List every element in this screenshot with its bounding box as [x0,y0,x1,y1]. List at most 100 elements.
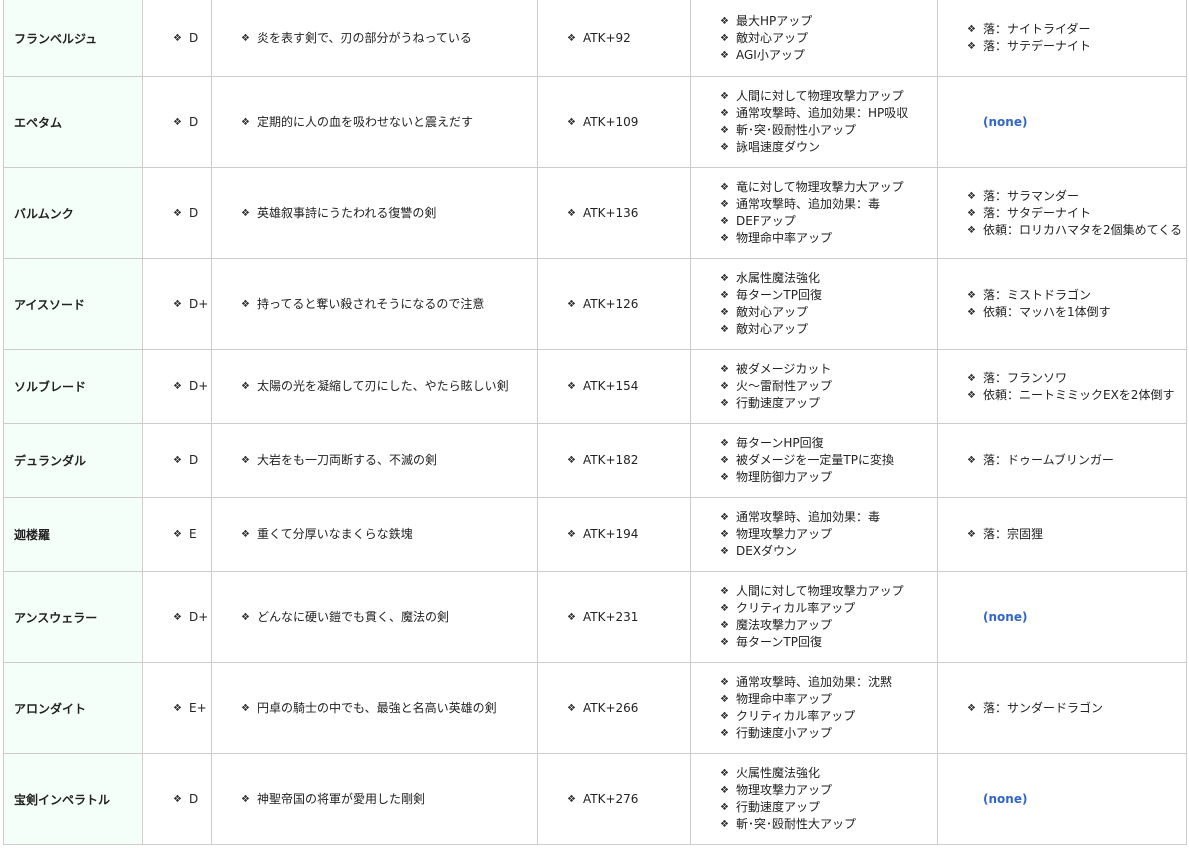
weapon-description-cell: 炎を表す剣で、刃の部分がうねっている [211,0,538,77]
source-item: 落：ミストドラゴン [967,287,1186,304]
weapon-description-cell: 持ってると奪い殺されそうになるので注意 [211,258,538,350]
weapon-rank: D+ [173,378,211,395]
effect-item: 通常攻撃時、追加効果：沈黙 [720,674,937,691]
effect-list: 水属性魔法強化毎ターンTP回復敵対心アップ敵対心アップ [720,270,937,338]
weapon-rank: D [173,30,211,47]
weapon-name: アンスウェラー [3,571,143,663]
weapon-description-cell: 大岩をも一刀両断する、不滅の剣 [211,423,538,498]
source-item: 落：サラマンダー [967,188,1186,205]
weapon-description-cell: 神聖帝国の将軍が愛用した剛剣 [211,753,538,845]
weapon-table: フランベルジュ D 炎を表す剣で、刃の部分がうねっている ATK+92 最大HPアップ敵… [3,0,1187,845]
weapon-source-cell: (none) [937,753,1187,845]
weapon-atk: ATK+92 [567,30,690,47]
effect-item: 人間に対して物理攻撃力アップ [720,583,937,600]
weapon-rank: D [173,452,211,469]
none-link[interactable]: (none) [967,610,1027,624]
weapon-description-cell: 太陽の光を凝縮して刃にした、やたら眩しい剣 [211,349,538,424]
weapon-atk-cell: ATK+126 [537,258,691,350]
source-list: 落：サンダードラゴン [967,700,1186,717]
weapon-rank-cell: D+ [142,258,212,350]
weapon-rank-cell: E+ [142,662,212,754]
table-row: エペタム D 定期的に人の血を吸わせないと震えだす ATK+109 人間に対して物理攻撃… [3,76,1187,168]
effect-item: 敵対心アップ [720,304,937,321]
weapon-description: 太陽の光を凝縮して刃にした、やたら眩しい剣 [241,378,537,395]
source-item: 落：サタデーナイト [967,205,1186,222]
effect-item: 人間に対して物理攻撃力アップ [720,88,937,105]
source-item: 落：ナイトライダー [967,21,1186,38]
effect-item: 物理命中率アップ [720,230,937,247]
weapon-atk-cell: ATK+92 [537,0,691,77]
effect-list: 人間に対して物理攻撃力アップクリティカル率アップ魔法攻撃力アップ毎ターンTP回復 [720,583,937,651]
weapon-description: 持ってると奪い殺されそうになるので注意 [241,296,537,313]
weapon-atk: ATK+231 [567,609,690,626]
table-row: 宝剣インペラトル D 神聖帝国の将軍が愛用した剛剣 ATK+276 火属性魔法強化物理攻… [3,753,1187,845]
effect-item: 通常攻撃時、追加効果：毒 [720,509,937,526]
source-item: 落：サンダードラゴン [967,700,1186,717]
table-row: デュランダル D 大岩をも一刀両断する、不滅の剣 ATK+182 毎ターンHP回復被ダメ… [3,423,1187,498]
weapon-atk-cell: ATK+154 [537,349,691,424]
weapon-atk: ATK+126 [567,296,690,313]
weapon-atk-cell: ATK+231 [537,571,691,663]
effect-item: クリティカル率アップ [720,600,937,617]
weapon-description: 英雄叙事詩にうたわれる復讐の剣 [241,205,537,222]
weapon-rank: E [173,526,211,543]
weapon-description-cell: 英雄叙事詩にうたわれる復讐の剣 [211,167,538,259]
weapon-name: 迦楼羅 [3,497,143,572]
weapon-atk-cell: ATK+266 [537,662,691,754]
source-list: 落：ナイトライダー落：サテデーナイト [967,21,1186,55]
source-item: 落：フランソワ [967,370,1186,387]
table-row: アイスソード D+ 持ってると奪い殺されそうになるので注意 ATK+126 水属性魔法強… [3,258,1187,350]
source-item: 依頼：ロリカハマタを2個集めてくる [967,222,1186,239]
effect-item: DEFアップ [720,213,937,230]
weapon-rank-cell: D+ [142,571,212,663]
effect-item: 物理攻撃力アップ [720,782,937,799]
weapon-rank-cell: D [142,753,212,845]
effect-item: DEXダウン [720,543,937,560]
effect-item: 詠唱速度ダウン [720,139,937,156]
weapon-atk-cell: ATK+136 [537,167,691,259]
effect-item: 敵対心アップ [720,321,937,338]
page-viewport: フランベルジュ D 炎を表す剣で、刃の部分がうねっている ATK+92 最大HPアップ敵… [0,0,1189,848]
weapon-effects-cell: 最大HPアップ敵対心アップAGI小アップ [690,0,938,77]
effect-item: 物理防御力アップ [720,469,937,486]
weapon-atk-cell: ATK+276 [537,753,691,845]
none-link[interactable]: (none) [967,115,1027,129]
weapon-description: 大岩をも一刀両断する、不滅の剣 [241,452,537,469]
weapon-atk: ATK+182 [567,452,690,469]
table-row: 迦楼羅 E 重くて分厚いなまくらな鉄塊 ATK+194 通常攻撃時、追加効果：毒物理攻撃… [3,497,1187,572]
effect-item: 毎ターンTP回復 [720,287,937,304]
weapon-atk: ATK+194 [567,526,690,543]
weapon-rank: D+ [173,609,211,626]
effect-list: 火属性魔法強化物理攻撃力アップ行動速度アップ斬･突･殴耐性大アップ [720,765,937,833]
effect-item: クリティカル率アップ [720,708,937,725]
source-item: 落：サテデーナイト [967,38,1186,55]
weapon-rank: D [173,205,211,222]
weapon-name: アイスソード [3,258,143,350]
weapon-description: どんなに硬い鎧でも貫く、魔法の剣 [241,609,537,626]
weapon-atk: ATK+266 [567,700,690,717]
table-row: バルムンク D 英雄叙事詩にうたわれる復讐の剣 ATK+136 竜に対して物理攻撃力大ア… [3,167,1187,259]
weapon-source-cell: 落：ドゥームブリンガー [937,423,1187,498]
weapon-rank-cell: E [142,497,212,572]
weapon-rank-cell: D+ [142,349,212,424]
weapon-atk: ATK+136 [567,205,690,222]
effect-item: 火属性魔法強化 [720,765,937,782]
weapon-description: 重くて分厚いなまくらな鉄塊 [241,526,537,543]
weapon-source-cell: (none) [937,76,1187,168]
effect-item: 被ダメージカット [720,361,937,378]
source-list: 落：宗固狸 [967,526,1186,543]
weapon-name: アロンダイト [3,662,143,754]
weapon-effects-cell: 竜に対して物理攻撃力大アップ通常攻撃時、追加効果：毒DEFアップ物理命中率アップ [690,167,938,259]
effect-list: 竜に対して物理攻撃力大アップ通常攻撃時、追加効果：毒DEFアップ物理命中率アップ [720,179,937,247]
none-link[interactable]: (none) [967,792,1027,806]
table-row: フランベルジュ D 炎を表す剣で、刃の部分がうねっている ATK+92 最大HPアップ敵… [3,0,1187,77]
effect-item: 斬･突･殴耐性小アップ [720,122,937,139]
effect-list: 通常攻撃時、追加効果：毒物理攻撃力アップDEXダウン [720,509,937,560]
table-row: ソルブレード D+ 太陽の光を凝縮して刃にした、やたら眩しい剣 ATK+154 被ダメー… [3,349,1187,424]
weapon-description-cell: 円卓の騎士の中でも、最強と名高い英雄の剣 [211,662,538,754]
effect-item: 物理攻撃力アップ [720,526,937,543]
effect-list: 人間に対して物理攻撃力アップ通常攻撃時、追加効果：HP吸収斬･突･殴耐性小アップ… [720,88,937,156]
effect-item: 毎ターンTP回復 [720,634,937,651]
weapon-effects-cell: 人間に対して物理攻撃力アップ通常攻撃時、追加効果：HP吸収斬･突･殴耐性小アップ… [690,76,938,168]
weapon-description-cell: どんなに硬い鎧でも貫く、魔法の剣 [211,571,538,663]
